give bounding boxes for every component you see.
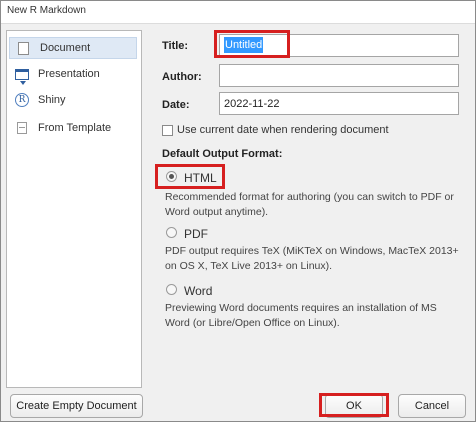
sidebar-item-label: From Template bbox=[38, 122, 112, 134]
title-selected-text: Untitled bbox=[224, 37, 264, 53]
sidebar-item-shiny[interactable]: R Shiny bbox=[9, 89, 137, 111]
word-description: Previewing Word documents requires an in… bbox=[165, 302, 437, 329]
title-bar: New R Markdown bbox=[1, 1, 475, 24]
sidebar-item-document[interactable]: Document bbox=[9, 37, 137, 59]
html-option-label[interactable]: HTML bbox=[184, 171, 217, 185]
html-description: Recommended format for authoring (you ca… bbox=[165, 191, 454, 218]
sidebar-item-label: Shiny bbox=[38, 94, 66, 106]
sidebar-item-label: Document bbox=[40, 42, 91, 54]
sidebar: Document Presentation R Shiny From Templ… bbox=[6, 30, 142, 388]
date-field[interactable] bbox=[219, 92, 459, 115]
shiny-icon: R bbox=[15, 93, 29, 107]
use-current-date-label: Use current date when rendering document bbox=[177, 124, 389, 136]
create-empty-document-button[interactable]: Create Empty Document bbox=[10, 394, 143, 418]
presentation-icon bbox=[15, 68, 29, 85]
title-label: Title: bbox=[162, 40, 189, 52]
author-label: Author: bbox=[162, 71, 202, 83]
word-option-label[interactable]: Word bbox=[184, 284, 212, 298]
date-label: Date: bbox=[162, 99, 190, 111]
new-r-markdown-dialog: New R Markdown Document Presentation R S… bbox=[0, 0, 476, 422]
pdf-option-label[interactable]: PDF bbox=[184, 227, 208, 241]
cancel-button[interactable]: Cancel bbox=[398, 394, 466, 418]
pdf-description: PDF output requires TeX (MiKTeX on Windo… bbox=[165, 245, 459, 272]
sidebar-item-label: Presentation bbox=[38, 68, 100, 80]
output-format-heading: Default Output Format: bbox=[162, 148, 283, 160]
pdf-radio[interactable] bbox=[166, 227, 177, 238]
document-icon bbox=[18, 41, 29, 55]
author-field[interactable] bbox=[219, 64, 459, 87]
html-radio[interactable] bbox=[166, 171, 177, 182]
template-icon bbox=[17, 122, 27, 134]
use-current-date-checkbox[interactable] bbox=[162, 125, 173, 136]
window-title: New R Markdown bbox=[7, 5, 86, 16]
word-radio[interactable] bbox=[166, 284, 177, 295]
sidebar-item-from-template[interactable]: From Template bbox=[9, 117, 137, 139]
ok-button[interactable]: OK bbox=[325, 394, 383, 418]
sidebar-item-presentation[interactable]: Presentation bbox=[9, 63, 137, 85]
